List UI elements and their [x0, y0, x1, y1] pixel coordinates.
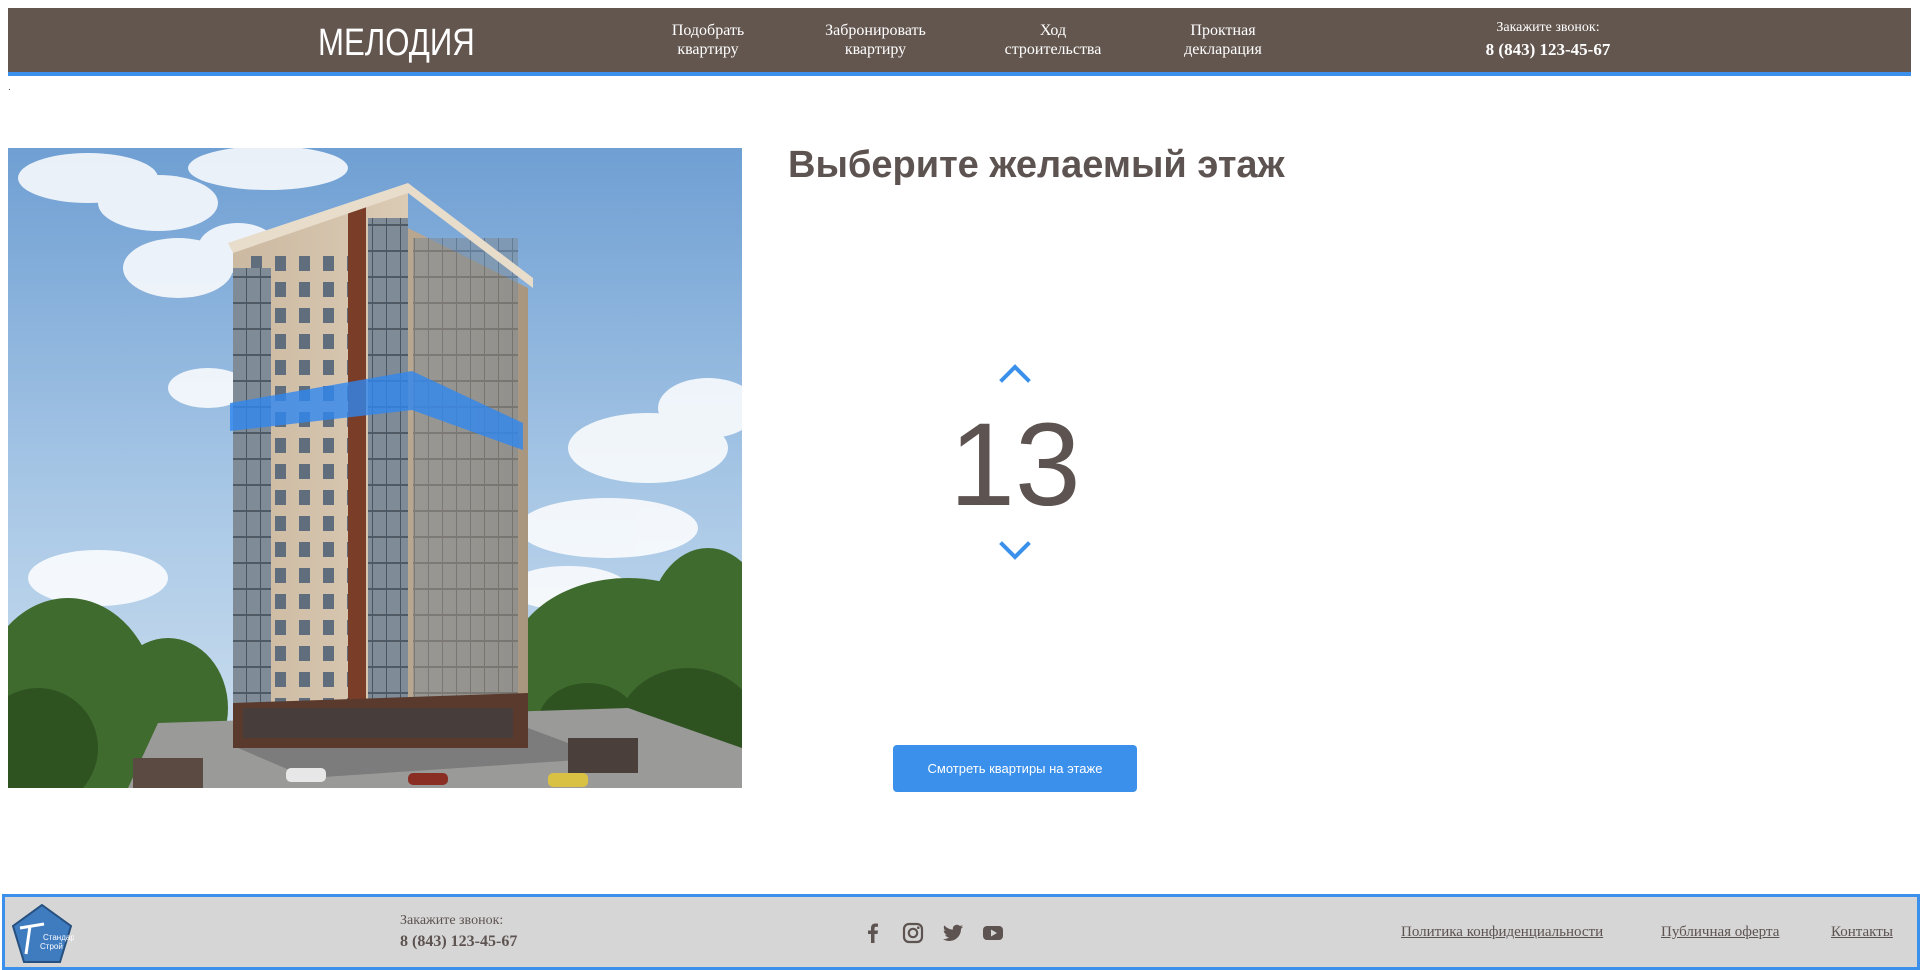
page-title: Выберите желаемый этаж — [788, 144, 1285, 186]
nav-item-book-apartment[interactable]: Забронировать квартиру — [808, 21, 943, 59]
contacts-link[interactable]: Контакты — [1831, 924, 1893, 941]
youtube-icon[interactable] — [981, 921, 1005, 945]
instagram-icon[interactable] — [901, 921, 925, 945]
site-header: МЕЛОДИЯ Подобрать квартиру Забронировать… — [8, 8, 1911, 76]
header-call-label[interactable]: Закажите звонок: — [1483, 20, 1613, 36]
header-phone[interactable]: 8 (843) 123-45-67 — [1468, 40, 1628, 60]
building-image — [8, 148, 742, 788]
selected-floor-number: 13 — [949, 399, 1081, 531]
chevron-down-icon[interactable] — [999, 540, 1031, 562]
view-apartments-button[interactable]: Смотреть квартиры на этаже — [893, 745, 1137, 792]
nav-item-choose-apartment[interactable]: Подобрать квартиру — [648, 21, 768, 59]
footer-phone[interactable]: 8 (843) 123-45-67 — [400, 933, 517, 951]
site-logo[interactable]: МЕЛОДИЯ — [318, 22, 475, 65]
nav-item-project-declaration[interactable]: Проктная декларация — [1158, 21, 1288, 59]
nav-item-construction-progress[interactable]: Ход строительства — [988, 21, 1118, 59]
privacy-policy-link[interactable]: Политика конфиденциальности — [1401, 924, 1603, 941]
stray-dot: . — [8, 82, 11, 93]
footer-call-label[interactable]: Закажите звонок: — [400, 913, 503, 929]
logo-text-1: Стандарт — [43, 933, 74, 942]
company-logo[interactable]: Стандарт Строй — [10, 902, 79, 966]
public-offer-link[interactable]: Публичная оферта — [1661, 924, 1779, 941]
chevron-up-icon[interactable] — [999, 362, 1031, 384]
twitter-icon[interactable] — [941, 921, 965, 945]
logo-text-2: Строй — [40, 942, 63, 951]
site-footer: Стандарт Строй Закажите звонок: 8 (843) … — [2, 894, 1920, 970]
facebook-icon[interactable] — [861, 921, 885, 945]
